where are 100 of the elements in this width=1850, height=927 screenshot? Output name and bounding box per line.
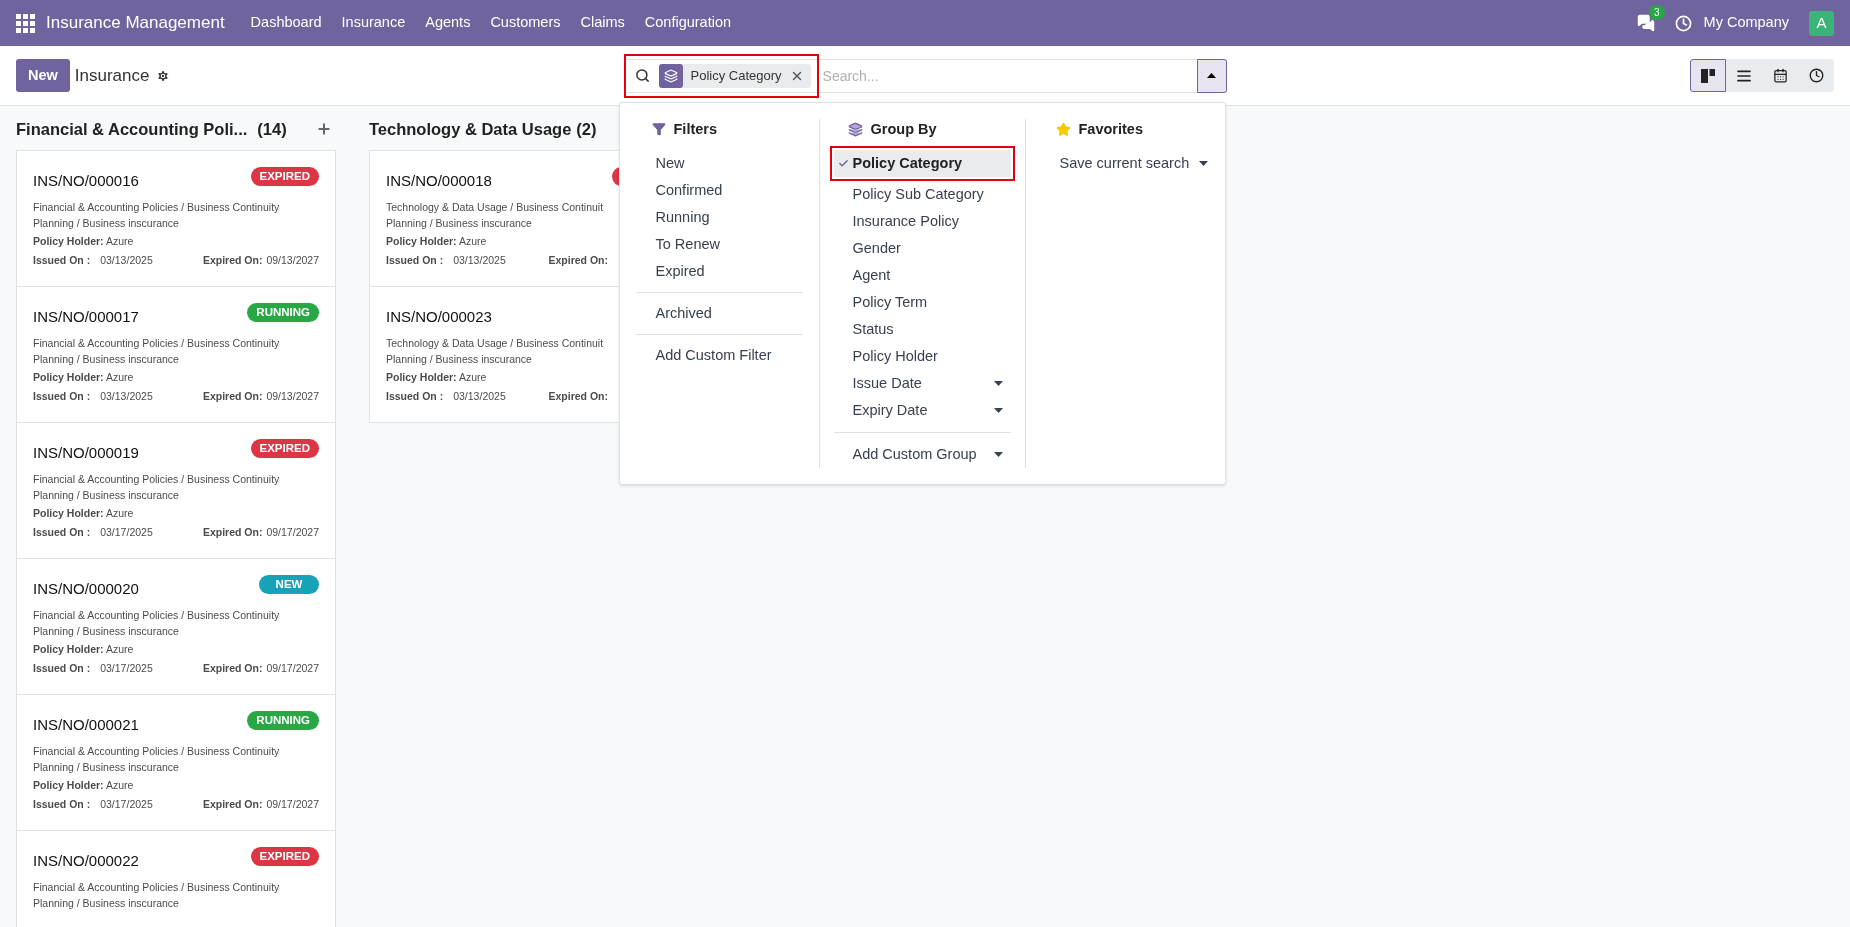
group-by-option[interactable]: Gender <box>833 235 1011 263</box>
column-count: (14) <box>257 118 287 140</box>
policy-category-path: Financial & Accounting Policies / Business Continuity Planning / Business inscurance <box>33 607 281 639</box>
kanban-icon <box>1701 68 1715 83</box>
app-name[interactable]: Insurance Management <box>46 10 225 36</box>
issued-date: 03/13/2025 <box>453 389 506 405</box>
layers-icon <box>663 68 678 83</box>
policy-holder: Policy Holder: Azure <box>386 233 488 249</box>
filter-option[interactable]: Running <box>635 204 803 232</box>
expired-label: Expired On: <box>202 253 263 269</box>
filter-option[interactable]: Add Custom Filter <box>635 342 803 370</box>
filter-option[interactable]: Confirmed <box>635 177 803 205</box>
issued-label: Issued On : <box>386 253 444 269</box>
policy-category-path: Financial & Accounting Policies / Business Continuity Planning / Business inscurance <box>33 879 281 911</box>
view-switch-button[interactable] <box>1690 59 1726 92</box>
add-custom-group-option[interactable]: Add Custom Group <box>833 441 1011 469</box>
expired-label: Expired On: <box>202 797 263 813</box>
notification-count: 3 <box>1649 5 1665 20</box>
policy-reference: INS/NO/000016 <box>33 171 139 191</box>
policy-card[interactable]: INS/NO/000016 EXPIRED Financial & Accounting Policies / Business Continuity Planning / Business inscurance Policy Holder: Azure Issued On : 03/13/2025 Expired On: 09/13/2027 <box>16 150 336 287</box>
chat-icon[interactable] <box>1636 14 1655 32</box>
policy-category-path: Financial & Accounting Policies / Business Continuity Planning / Business inscurance <box>33 199 281 231</box>
save-search-option[interactable]: Save current search <box>1055 150 1209 178</box>
clock-icon[interactable] <box>1674 14 1692 32</box>
status-badge: EXPIRED <box>250 439 319 458</box>
status-badge: EXPIRED <box>250 847 319 866</box>
menu-item[interactable]: Dashboard <box>240 12 332 34</box>
column-count: (2) <box>576 118 597 140</box>
search-input[interactable]: Search... <box>818 59 1197 92</box>
policy-category-path: Financial & Accounting Policies / Business Continuity Planning / Business inscurance <box>33 471 281 503</box>
issued-label: Issued On : <box>33 661 91 677</box>
issued-date: 03/13/2025 <box>100 253 153 269</box>
column-title: Technology & Data Usage <box>369 118 572 140</box>
filter-option[interactable]: Expired <box>635 258 803 286</box>
filter-option[interactable]: New <box>635 150 803 178</box>
policy-reference: INS/NO/000021 <box>33 715 139 735</box>
expired-date: 09/13/2027 <box>266 253 319 269</box>
menu-item[interactable]: Claims <box>570 12 635 34</box>
group-by-option[interactable]: Expiry Date <box>833 397 1011 425</box>
menu-item[interactable]: Insurance <box>331 12 416 34</box>
policy-holder: Policy Holder: Azure <box>33 505 135 521</box>
issued-label: Issued On : <box>386 389 444 405</box>
expired-date: 09/17/2027 <box>266 525 319 541</box>
expired-label: Expired On: <box>548 253 608 269</box>
issued-label: Issued On : <box>33 389 91 405</box>
caret-icon <box>993 381 1003 387</box>
policy-category-path: Financial & Accounting Policies / Business Continuity Planning / Business inscurance <box>33 743 281 775</box>
policy-category-path: Technology & Data Usage / Business Continuit Planning / Business inscurance <box>386 199 605 231</box>
policy-reference: INS/NO/000020 <box>33 579 139 599</box>
menu-item[interactable]: Customers <box>480 12 571 34</box>
group-by-option[interactable]: Insurance Policy <box>833 208 1011 236</box>
favorites-heading: Favorites <box>1078 119 1143 139</box>
issued-label: Issued On : <box>33 525 91 541</box>
filter-icon <box>651 122 666 137</box>
page-title: Insurance <box>74 64 150 87</box>
policy-card[interactable]: INS/NO/000019 EXPIRED Financial & Accounting Policies / Business Continuity Planning / Business inscurance Policy Holder: Azure Issued On : 03/17/2025 Expired On: 09/17/2027 <box>16 422 336 559</box>
group-by-option[interactable]: Issue Date <box>833 370 1011 398</box>
caret-icon <box>993 452 1003 458</box>
group-by-option[interactable]: Status <box>833 316 1011 344</box>
search-facet[interactable]: Policy Category <box>658 63 811 88</box>
policy-card[interactable]: INS/NO/000022 EXPIRED Financial & Accounting Policies / Business Continuity Planning / Business inscurance <box>16 830 336 927</box>
expired-date: 09/13/2027 <box>266 389 319 405</box>
policy-reference: INS/NO/000018 <box>386 171 492 191</box>
company-name[interactable]: My Company <box>1703 12 1789 34</box>
filter-option[interactable]: Archived <box>635 300 803 328</box>
status-badge: EXPIRED <box>250 167 319 186</box>
group-by-heading: Group By <box>870 119 937 139</box>
expired-label: Expired On: <box>548 389 608 405</box>
column-title: Financial & Accounting Poli... <box>16 118 248 140</box>
policy-card[interactable]: INS/NO/000017 RUNNING Financial & Accounting Policies / Business Continuity Planning / Business inscurance Policy Holder: Azure Issued On : 03/13/2025 Expired On: 09/13/2027 <box>16 286 336 423</box>
settings-icon[interactable] <box>155 68 170 83</box>
group-by-option[interactable]: Policy Term <box>833 289 1011 317</box>
issued-date: 03/17/2025 <box>100 525 153 541</box>
policy-holder: Policy Holder: Azure <box>33 369 135 385</box>
policy-card[interactable]: INS/NO/000018 Technology & Data Usage / Business Continuit Planning / Business inscurance Policy Holder: Azure Issued On : 03/13/2025 Expired On: <box>369 150 619 287</box>
group-by-option[interactable]: Policy Holder <box>833 343 1011 371</box>
add-icon[interactable] <box>316 121 332 137</box>
caret-icon <box>1207 73 1216 78</box>
policy-card[interactable]: INS/NO/000023 Technology & Data Usage / Business Continuit Planning / Business inscurance Policy Holder: Azure Issued On : 03/13/2025 Expired On: <box>369 286 619 423</box>
group-by-option[interactable]: Policy Category <box>833 150 1011 178</box>
policy-reference: INS/NO/000023 <box>386 307 492 327</box>
filter-option[interactable]: To Renew <box>635 231 803 259</box>
policy-holder: Policy Holder: Azure <box>386 369 488 385</box>
caret-icon <box>993 408 1003 414</box>
menu-item[interactable]: Configuration <box>634 12 742 34</box>
policy-card[interactable]: INS/NO/000021 RUNNING Financial & Accounting Policies / Business Continuity Planning / Business inscurance Policy Holder: Azure Issued On : 03/17/2025 Expired On: 09/17/2027 <box>16 694 336 831</box>
policy-holder: Policy Holder: Azure <box>33 641 135 657</box>
policy-card[interactable]: INS/NO/000020 NEW Financial & Accounting Policies / Business Continuity Planning / Business inscurance Policy Holder: Azure Issued On : 03/17/2025 Expired On: 09/17/2027 <box>16 558 336 695</box>
new-button[interactable]: New <box>16 59 70 92</box>
search-panel-toggle[interactable] <box>1196 58 1227 93</box>
policy-category-path: Financial & Accounting Policies / Business Continuity Planning / Business inscurance <box>33 335 281 367</box>
apps-grid-icon[interactable] <box>16 13 35 33</box>
layers-icon <box>847 121 863 137</box>
expired-label: Expired On: <box>202 389 263 405</box>
menu-item[interactable]: Agents <box>415 12 481 34</box>
clock-icon <box>1808 68 1824 83</box>
issued-date: 03/13/2025 <box>453 253 506 269</box>
star-icon <box>1055 121 1071 137</box>
group-by-option[interactable]: Agent <box>833 262 1011 290</box>
group-by-option[interactable]: Policy Sub Category <box>833 181 1011 209</box>
